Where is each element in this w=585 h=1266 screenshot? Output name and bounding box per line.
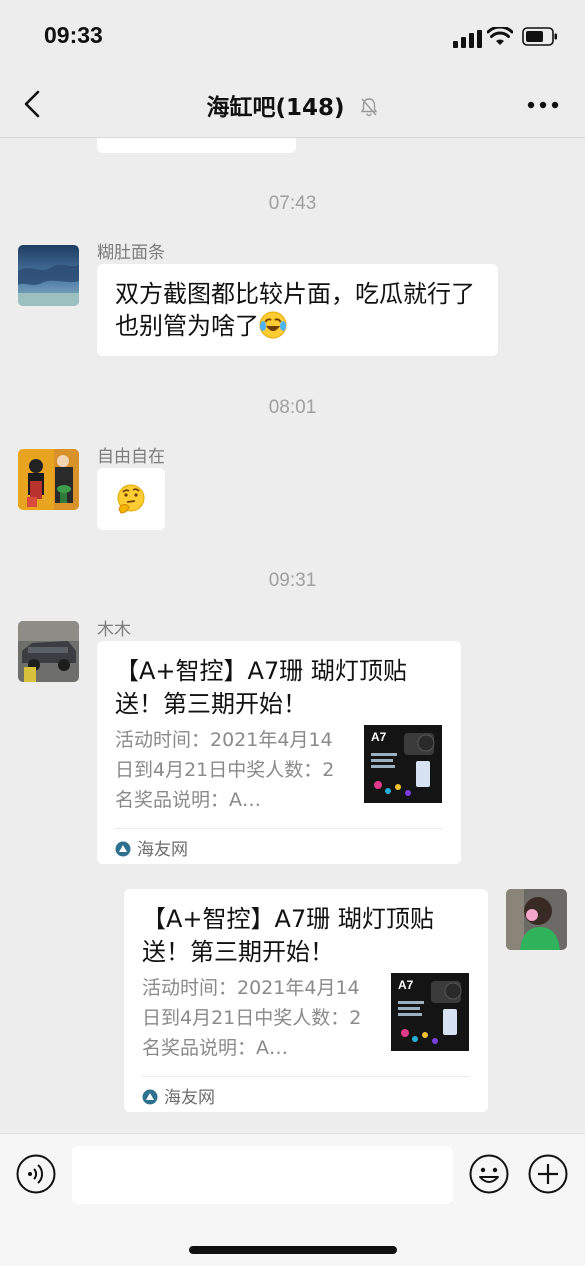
thinking-emoji [117, 484, 145, 514]
plus-icon[interactable] [528, 1154, 568, 1194]
sender-name: 糊肚面条 [97, 243, 165, 263]
sender-name: 木木 [97, 620, 131, 640]
mute-bell-icon [360, 98, 377, 117]
link-card-source-name: 海友网 [164, 1088, 215, 1108]
status-bar: 09:33 [0, 0, 585, 70]
laughing-cry-emoji [259, 311, 287, 339]
divider [115, 828, 443, 829]
message-bubble[interactable]: 双方截图都比较片面，吃瓜就行了也别管为啥了 [97, 264, 498, 356]
link-card-thumbnail: A7 [364, 725, 442, 803]
voice-icon[interactable] [16, 1154, 56, 1194]
thumb-label: A7 [371, 730, 387, 744]
battery-icon [522, 27, 557, 46]
signal-icon [453, 30, 482, 48]
link-card-source-name: 海友网 [137, 840, 188, 860]
site-logo-icon [115, 841, 131, 857]
link-card-source: 海友网 [115, 835, 188, 860]
link-card-title: 【A+智控】A7珊 瑚灯顶贴送！第三期开始！ [142, 905, 434, 966]
chat-title-wrap: 海缸吧(148) [0, 88, 585, 122]
message-bubble[interactable] [97, 468, 165, 530]
timestamp: 07:43 [268, 193, 317, 214]
home-indicator [189, 1246, 397, 1254]
link-card[interactable]: 【A+智控】A7珊 瑚灯顶贴送！第三期开始！ 活动时间：2021年4月14日到4… [124, 889, 488, 1112]
link-card-title: 【A+智控】A7珊 瑚灯顶贴送！第三期开始！ [115, 657, 407, 718]
more-icon[interactable] [526, 100, 560, 110]
link-card-description: 活动时间：2021年4月14日到4月21日中奖人数：2名奖品说明：A… [115, 729, 335, 811]
avatar[interactable] [18, 449, 79, 510]
link-card-description: 活动时间：2021年4月14日到4月21日中奖人数：2名奖品说明：A… [142, 977, 362, 1059]
emoji-icon[interactable] [469, 1154, 509, 1194]
chat-title: 海缸吧(148) [206, 95, 345, 121]
link-card[interactable]: 【A+智控】A7珊 瑚灯顶贴送！第三期开始！ 活动时间：2021年4月14日到4… [97, 641, 461, 864]
divider [142, 1076, 470, 1077]
avatar[interactable] [18, 621, 79, 682]
chat-message-list[interactable]: 07:43 糊肚面条 双方截图都比较片面，吃瓜就行了也别管为啥了 08:01 自… [0, 138, 585, 1133]
sender-name: 自由自在 [97, 447, 165, 467]
wifi-icon [487, 27, 513, 45]
self-avatar[interactable] [506, 889, 567, 950]
thumb-label: A7 [398, 978, 414, 992]
message-text: 双方截图都比较片面，吃瓜就行了也别管为啥了 [115, 280, 475, 340]
previous-message-bubble [97, 138, 296, 153]
message-input[interactable] [72, 1146, 453, 1204]
site-logo-icon [142, 1089, 158, 1105]
link-card-source: 海友网 [142, 1083, 215, 1108]
timestamp: 08:01 [268, 397, 317, 418]
link-card-thumbnail: A7 [391, 973, 469, 1051]
status-time: 09:33 [44, 22, 103, 48]
avatar[interactable] [18, 245, 79, 306]
message-input-bar [0, 1133, 585, 1266]
chat-header: 海缸吧(148) [0, 70, 585, 138]
timestamp: 09:31 [268, 570, 317, 591]
